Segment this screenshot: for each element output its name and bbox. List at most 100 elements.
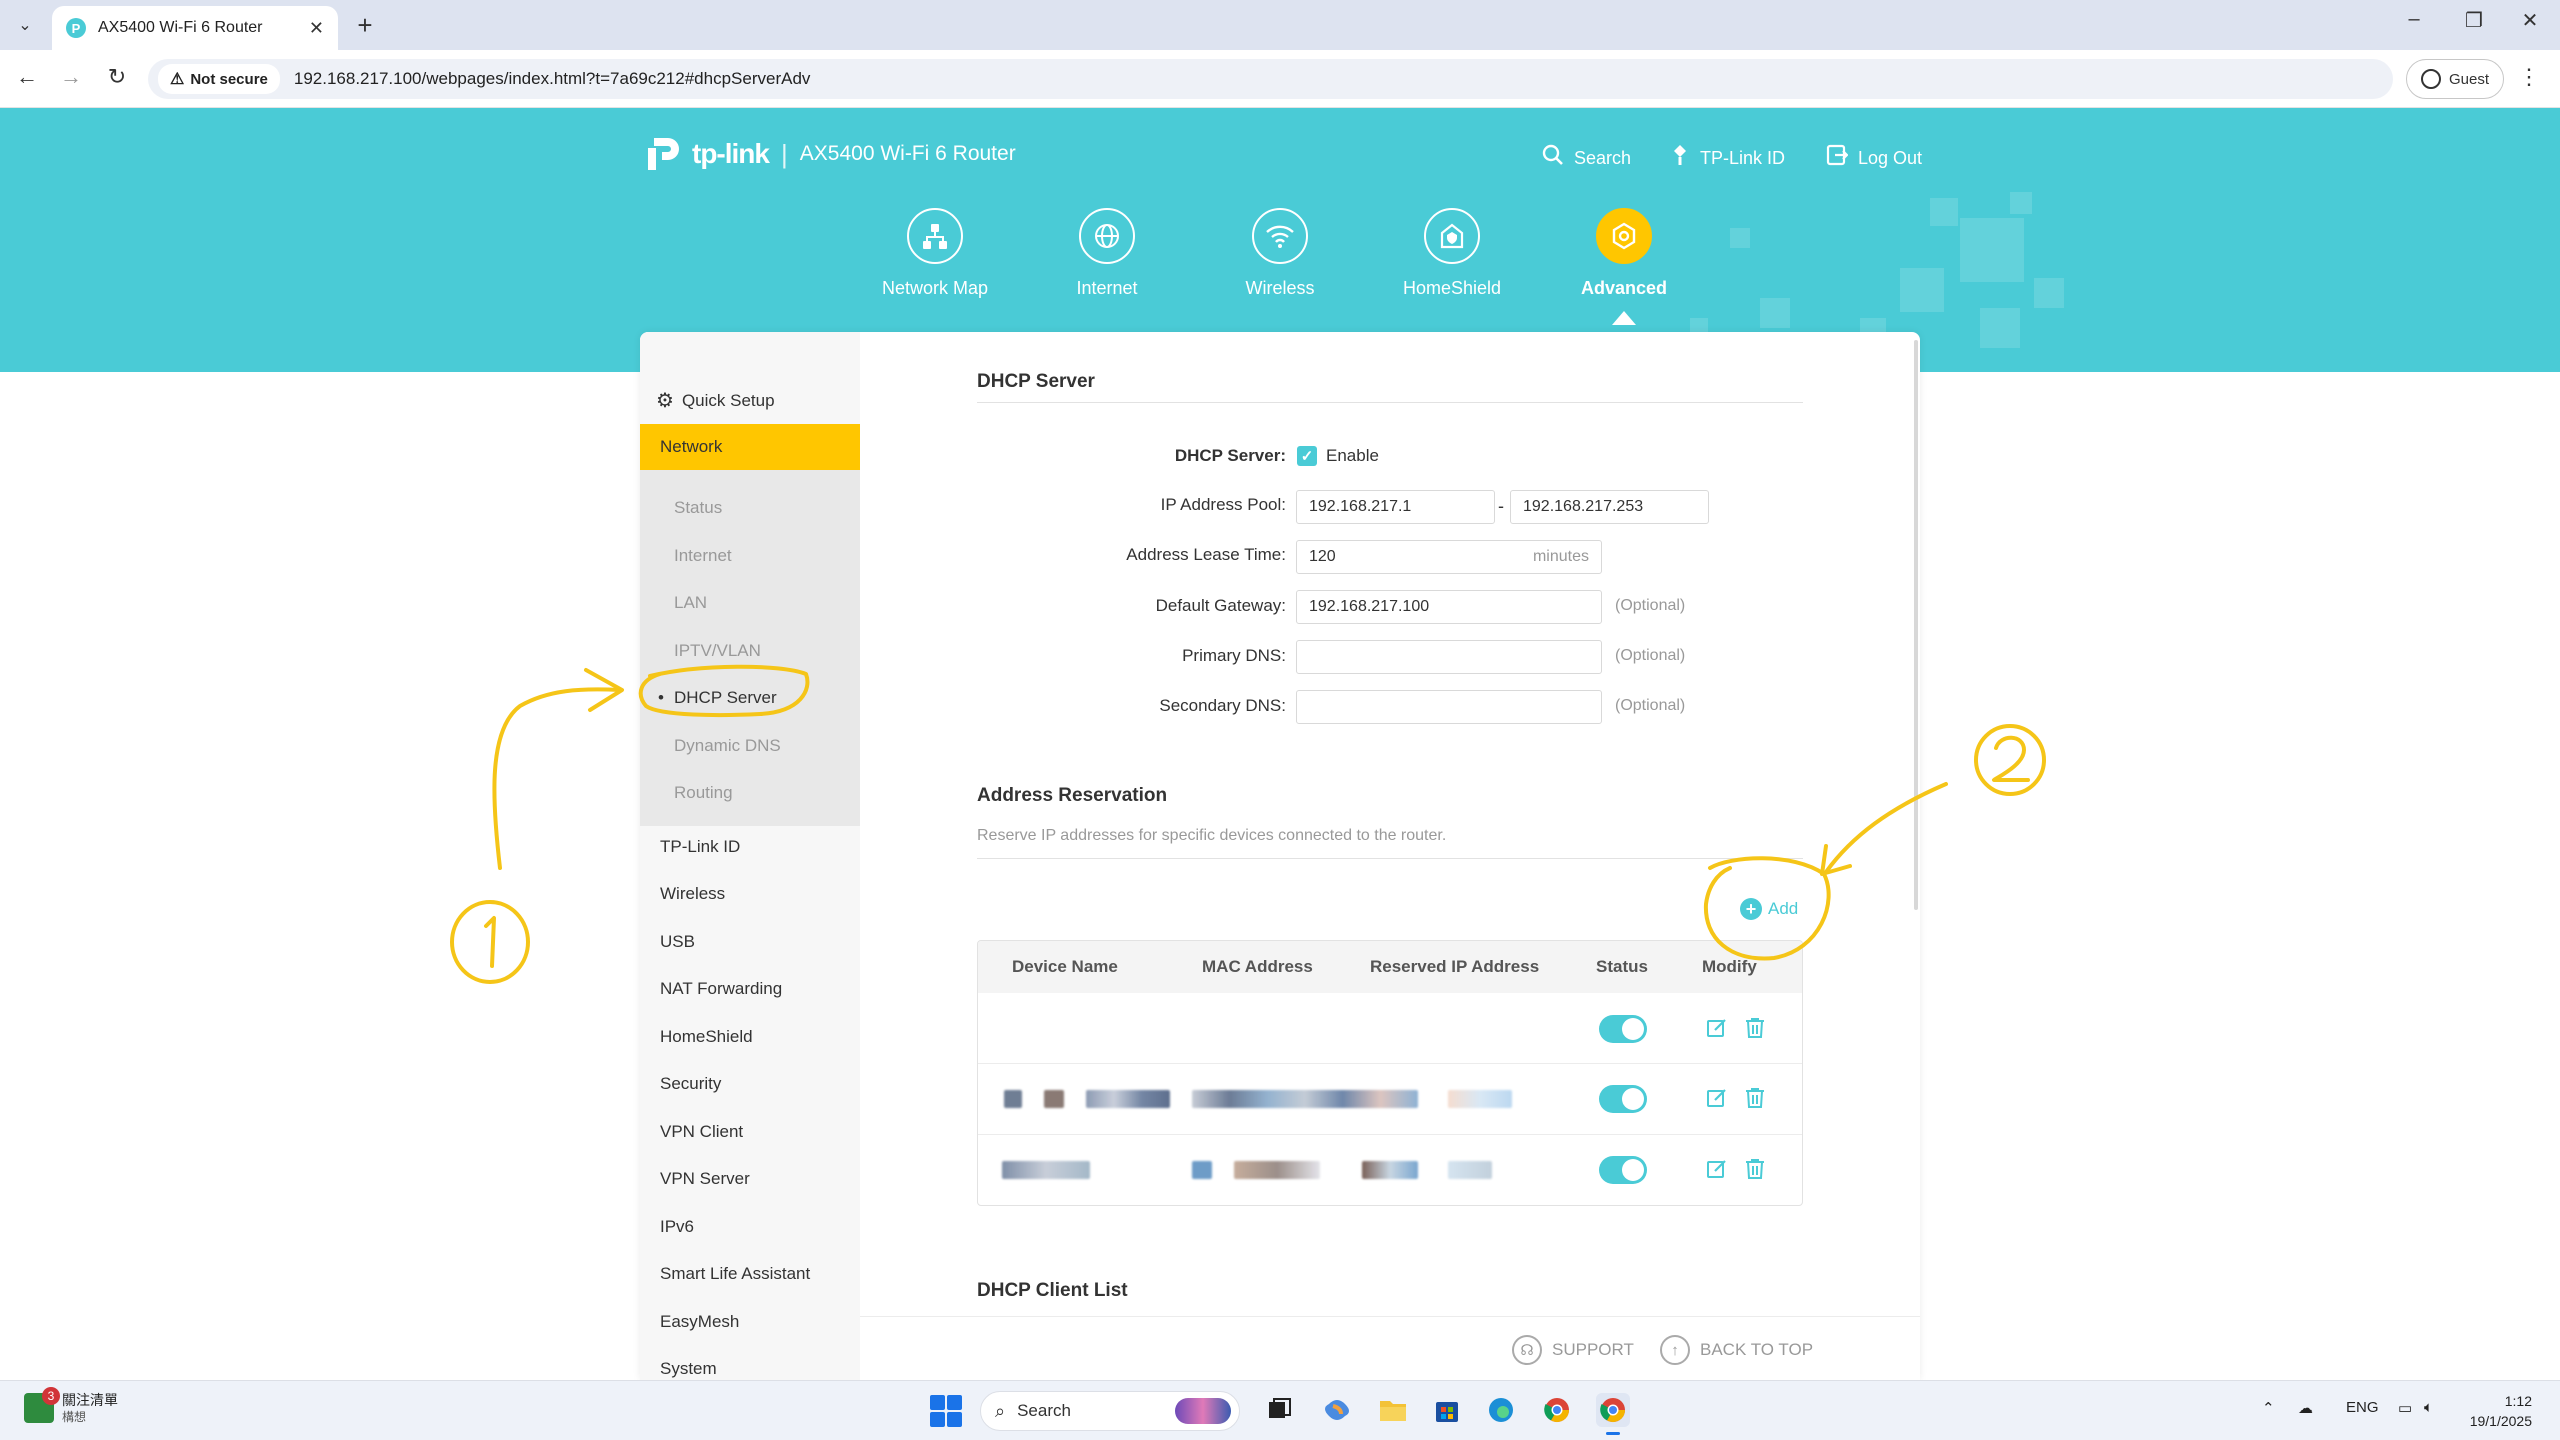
chrome-guest-icon[interactable] [1596, 1393, 1630, 1435]
brand-separator: | [781, 138, 788, 169]
browser-menu-icon[interactable]: ⋮ [2518, 64, 2540, 90]
row-status-toggle[interactable] [1599, 1015, 1647, 1043]
redacted-block [1044, 1090, 1064, 1108]
col-device-name: Device Name [1012, 957, 1118, 976]
new-tab-icon[interactable]: + [350, 10, 380, 41]
col-modify: Modify [1702, 957, 1757, 976]
sidebar-subitem-status[interactable]: Status [674, 498, 722, 518]
back-icon[interactable]: ← [12, 64, 42, 90]
sidebar-item-vpn-client[interactable]: VPN Client [660, 1122, 743, 1142]
sidebar-subitem-internet[interactable]: Internet [674, 546, 732, 566]
ip-pool-start-input[interactable]: 192.168.217.1 [1296, 490, 1495, 524]
default-gateway-label: Default Gateway: [1155, 596, 1286, 615]
lease-time-label: Address Lease Time: [1126, 545, 1286, 564]
taskbar-widget[interactable]: 3 關注清單 構想 [24, 1387, 118, 1425]
windows-taskbar: 3 關注清單 構想 ⌕ Search ⌃ ☁ ENG ▭ 🔈︎ 1:12 19/… [0, 1380, 2560, 1440]
edge-icon[interactable] [1484, 1393, 1518, 1427]
nav-wireless[interactable]: Wireless [1205, 208, 1355, 299]
col-reserved-ip: Reserved IP Address [1370, 957, 1540, 976]
security-chip[interactable]: ⚠ Not secure [158, 64, 280, 94]
copilot-icon[interactable] [1320, 1393, 1354, 1427]
address-bar-row: ← → ↻ ⚠ Not secure 192.168.217.100/webpa… [0, 50, 2560, 108]
taskbar-search[interactable]: ⌕ Search [980, 1391, 1240, 1431]
ip-pool-end-input[interactable]: 192.168.217.253 [1510, 490, 1709, 524]
digit-1-stroke [484, 916, 496, 968]
chrome-icon[interactable] [1540, 1393, 1574, 1427]
window-close-icon[interactable]: ✕ [2510, 8, 2550, 33]
col-mac-address: MAC Address [1202, 957, 1313, 976]
back-to-top-link[interactable]: ↑ BACK TO TOP [1660, 1335, 1813, 1365]
sidebar-item-nat-forwarding[interactable]: NAT Forwarding [660, 979, 782, 999]
show-hidden-icons-icon[interactable]: ⌃ [2262, 1399, 2275, 1417]
sidebar-subitem-dhcp-server[interactable]: DHCP Server [658, 688, 777, 708]
onedrive-icon[interactable]: ☁ [2298, 1399, 2313, 1417]
support-link[interactable]: ☊ SUPPORT [1512, 1335, 1634, 1365]
nav-internet[interactable]: Internet [1032, 208, 1182, 299]
primary-dns-input[interactable] [1296, 640, 1602, 674]
sidebar-item-wireless[interactable]: Wireless [660, 884, 725, 904]
tab-search-dropdown-icon[interactable]: ⌄ [8, 12, 42, 38]
delete-icon[interactable] [1743, 1016, 1767, 1040]
arrow-1-head [584, 668, 624, 712]
active-nav-indicator [1612, 311, 1636, 325]
tplink-logo[interactable]: tp-link | AX5400 Wi-Fi 6 Router [640, 132, 1016, 176]
delete-icon[interactable] [1743, 1086, 1767, 1110]
header-logout[interactable]: Log Out [1826, 144, 1922, 172]
task-view-icon[interactable] [1262, 1393, 1296, 1427]
profile-button[interactable]: Guest [2406, 59, 2504, 99]
header-tplink-id[interactable]: TP-Link ID [1670, 144, 1785, 172]
delete-icon[interactable] [1743, 1157, 1767, 1181]
redacted-block [1192, 1161, 1212, 1179]
edit-icon[interactable] [1705, 1086, 1729, 1110]
microsoft-store-icon[interactable] [1430, 1393, 1464, 1427]
sidebar-item-system[interactable]: System [660, 1359, 717, 1379]
forward-icon[interactable]: → [56, 64, 86, 90]
sidebar-subitem-routing[interactable]: Routing [674, 783, 733, 803]
sidebar-item-network[interactable]: Network [640, 424, 860, 470]
url-text[interactable]: 192.168.217.100/webpages/index.html?t=7a… [294, 69, 811, 89]
sidebar-subitem-dynamic-dns[interactable]: Dynamic DNS [674, 736, 781, 756]
nav-internet-label: Internet [1076, 278, 1138, 298]
network-icon[interactable]: ▭ [2398, 1399, 2412, 1417]
row-status-toggle[interactable] [1599, 1085, 1647, 1113]
default-gateway-input[interactable]: 192.168.217.100 [1296, 590, 1602, 624]
row-status-toggle[interactable] [1599, 1156, 1647, 1184]
sidebar-item-smart-life-assistant[interactable]: Smart Life Assistant [660, 1264, 810, 1284]
nav-homeshield[interactable]: HomeShield [1377, 208, 1527, 299]
browser-tab[interactable]: P AX5400 Wi-Fi 6 Router ✕ [52, 6, 338, 50]
sidebar-item-vpn-server[interactable]: VPN Server [660, 1169, 750, 1189]
model-name: AX5400 Wi-Fi 6 Router [799, 142, 1016, 165]
omnibox[interactable]: ⚠ Not secure 192.168.217.100/webpages/in… [148, 59, 2393, 99]
edit-icon[interactable] [1705, 1157, 1729, 1181]
sidebar-item-quick-setup[interactable]: ⚙ Quick Setup [656, 388, 775, 413]
minimize-icon[interactable]: – [2394, 8, 2434, 31]
sidebar-item-tplink-id[interactable]: TP-Link ID [660, 837, 740, 857]
header-search[interactable]: Search [1542, 144, 1631, 172]
taskbar-clock[interactable]: 1:12 19/1/2025 [2440, 1391, 2532, 1431]
tplink-id-icon [1670, 144, 1690, 172]
file-explorer-icon[interactable] [1376, 1393, 1410, 1427]
edit-icon[interactable] [1705, 1016, 1729, 1040]
windows-start-icon[interactable] [930, 1395, 962, 1427]
secondary-dns-input[interactable] [1296, 690, 1602, 724]
content-scrollbar[interactable] [1914, 340, 1918, 910]
nav-network-map[interactable]: Network Map [860, 208, 1010, 299]
redacted-mac-address [1192, 1090, 1418, 1108]
restore-icon[interactable]: ❐ [2454, 8, 2494, 33]
add-reservation-button[interactable]: + Add [1740, 898, 1798, 920]
lease-time-input[interactable]: 120 minutes [1296, 540, 1602, 574]
sidebar-item-security[interactable]: Security [660, 1074, 721, 1094]
sidebar-item-homeshield[interactable]: HomeShield [660, 1027, 753, 1047]
sidebar-item-easymesh[interactable]: EasyMesh [660, 1312, 739, 1332]
nav-advanced[interactable]: Advanced [1549, 208, 1699, 299]
volume-icon[interactable]: 🔈︎ [2424, 1399, 2433, 1416]
sidebar-item-usb[interactable]: USB [660, 932, 695, 952]
sidebar-subitem-lan[interactable]: LAN [674, 593, 707, 613]
reload-icon[interactable]: ↻ [102, 64, 132, 90]
tab-close-icon[interactable]: ✕ [309, 18, 324, 39]
sidebar: ⚙ Quick Setup Network Status Internet LA… [640, 332, 860, 1380]
sidebar-subitem-iptv-vlan[interactable]: IPTV/VLAN [674, 641, 761, 661]
dhcp-enable-checkbox[interactable]: ✓ [1297, 446, 1317, 466]
sidebar-item-ipv6[interactable]: IPv6 [660, 1217, 694, 1237]
language-indicator[interactable]: ENG [2346, 1399, 2379, 1416]
